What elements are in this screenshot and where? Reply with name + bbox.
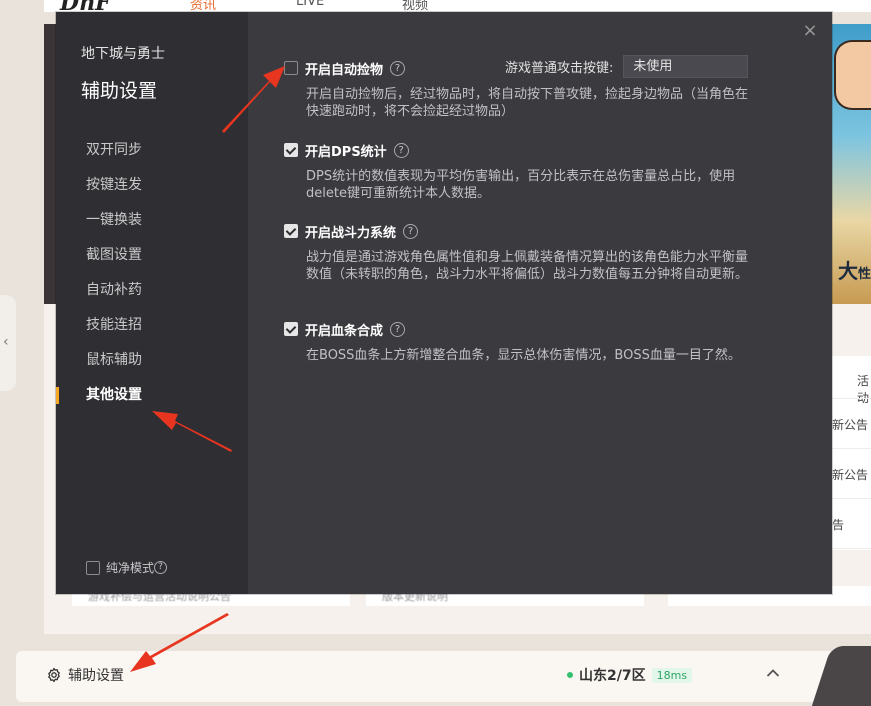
menu-item-auto-potion[interactable]: 自动补药 xyxy=(56,273,248,308)
settings-sidebar: 地下城与勇士 辅助设置 双开同步 按键连发 一键换装 截图设置 自动补药 技能连… xyxy=(56,12,248,594)
dps-stats-checkbox[interactable] xyxy=(284,143,298,157)
panel-tab-activity[interactable]: 活动 xyxy=(857,372,871,406)
help-icon[interactable]: ? xyxy=(403,223,419,239)
chevron-left-icon[interactable]: ‹ xyxy=(3,334,9,350)
dialog-title: 辅助设置 xyxy=(81,80,158,102)
announcement-item[interactable]: 新公告 xyxy=(832,466,868,483)
hp-bar-merge-checkbox[interactable] xyxy=(284,322,298,336)
nav-live[interactable]: LIVE xyxy=(296,0,324,9)
divider xyxy=(832,398,871,399)
divider xyxy=(832,448,871,449)
online-dot-icon xyxy=(567,672,573,678)
option-dps-stats: 开启DPS统计 ? DPS统计的数值表现为平均伤害输出，百分比表示在总伤害量总占… xyxy=(284,141,754,202)
hp-bar-merge-label[interactable]: 开启血条合成 xyxy=(305,320,383,339)
assist-settings-label: 辅助设置 xyxy=(68,668,124,684)
announcement-item[interactable]: 新公告 xyxy=(832,416,868,433)
announcement-item[interactable]: 告 xyxy=(832,516,844,533)
menu-item-other-settings[interactable]: 其他设置 xyxy=(56,378,248,413)
help-icon[interactable]: ? xyxy=(393,142,409,158)
dps-stats-label[interactable]: 开启DPS统计 xyxy=(305,141,387,160)
option-auto-pickup: 开启自动捡物 ? 开启自动捡物后，经过物品时，将自动按下普攻键，捡起身边物品（当… xyxy=(284,59,754,120)
menu-item-dual-sync[interactable]: 双开同步 xyxy=(56,133,248,168)
combat-power-checkbox[interactable] xyxy=(284,224,298,238)
help-icon[interactable]: ? xyxy=(390,60,406,76)
launcher-top-nav xyxy=(44,0,871,12)
menu-item-screenshot[interactable]: 截图设置 xyxy=(56,238,248,273)
combat-power-description: 战力值是通过游戏角色属性值和身上佩戴装备情况算出的该角色能力水平衡量数值（未转职… xyxy=(306,250,749,282)
auto-pickup-checkbox[interactable] xyxy=(284,61,298,75)
ping-badge: 18ms xyxy=(651,667,693,683)
pure-mode-toggle[interactable]: 纯净模式 ? xyxy=(86,559,168,576)
game-name: 地下城与勇士 xyxy=(81,46,165,62)
chevron-up-icon[interactable] xyxy=(766,666,780,682)
hp-bar-merge-description: 在BOSS血条上方新增整合血条，显示总体伤害情况，BOSS血量一目了然。 xyxy=(306,348,741,363)
close-icon[interactable]: × xyxy=(800,21,820,41)
help-icon[interactable]: ? xyxy=(154,561,168,574)
dps-stats-description: DPS统计的数值表现为平均伤害输出，百分比表示在总伤害量总占比，使用delete… xyxy=(306,169,736,201)
help-icon[interactable]: ? xyxy=(390,321,406,337)
server-status[interactable]: 山东2/7区 18ms xyxy=(567,665,693,685)
bottom-bar xyxy=(16,651,871,702)
menu-item-key-repeat[interactable]: 按键连发 xyxy=(56,168,248,203)
option-hp-bar-merge: 开启血条合成 ? 在BOSS血条上方新增整合血条，显示总体伤害情况，BOSS血量… xyxy=(284,320,754,364)
assist-settings-button[interactable]: 辅助设置 xyxy=(46,665,124,685)
menu-item-skill-combo[interactable]: 技能连招 xyxy=(56,308,248,343)
divider xyxy=(832,548,871,549)
pure-mode-checkbox[interactable] xyxy=(86,560,100,575)
server-name: 山东2/7区 xyxy=(579,668,646,684)
auto-pickup-description: 开启自动捡物后，经过物品时，将自动按下普攻键，捡起身边物品（当角色在快速跑动时，… xyxy=(306,87,749,119)
menu-item-quick-equip[interactable]: 一键换装 xyxy=(56,203,248,238)
divider xyxy=(832,498,871,499)
menu-item-mouse-assist[interactable]: 鼠标辅助 xyxy=(56,343,248,378)
banner-text: 大性 xyxy=(838,259,871,283)
settings-menu: 双开同步 按键连发 一键换装 截图设置 自动补药 技能连招 鼠标辅助 其他设置 xyxy=(56,133,248,413)
auto-pickup-label[interactable]: 开启自动捡物 xyxy=(305,59,383,78)
combat-power-label[interactable]: 开启战斗力系统 xyxy=(305,222,396,241)
option-combat-power: 开启战斗力系统 ? 战力值是通过游戏角色属性值和身上佩戴装备情况算出的该角色能力… xyxy=(284,222,754,283)
pure-mode-label: 纯净模式 xyxy=(106,561,155,575)
banner-character xyxy=(834,40,871,110)
gear-icon xyxy=(48,667,60,683)
assist-settings-dialog: 地下城与勇士 辅助设置 双开同步 按键连发 一键换装 截图设置 自动补药 技能连… xyxy=(56,12,832,594)
